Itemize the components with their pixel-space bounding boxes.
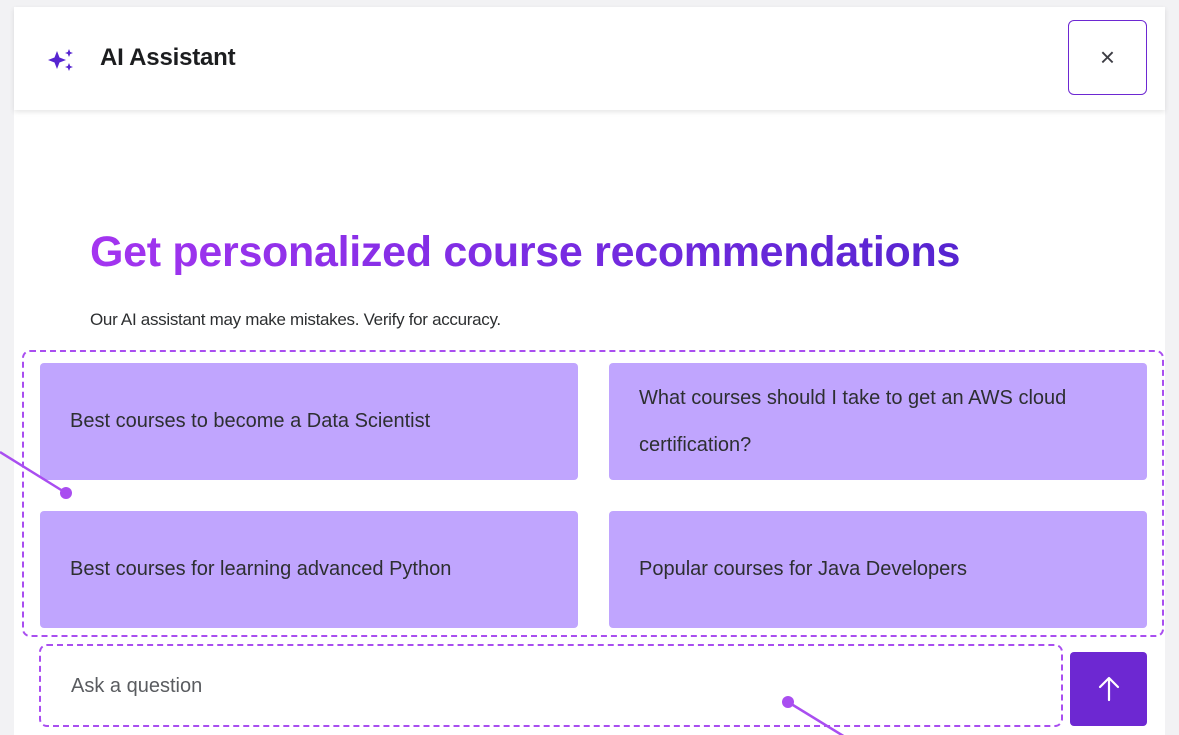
close-icon: × (1099, 42, 1116, 72)
sparkle-icon (48, 49, 73, 71)
ai-disclaimer: Our AI assistant may make mistakes. Veri… (90, 310, 501, 329)
page-headline: Get personalized course recommendations (90, 228, 961, 276)
suggestion-advanced-python[interactable]: Best courses for learning advanced Pytho… (40, 511, 578, 628)
suggestion-data-scientist[interactable]: Best courses to become a Data Scientist (40, 363, 578, 480)
suggestion-label: Best courses to become a Data Scientist (70, 410, 431, 432)
close-button[interactable]: × (1068, 20, 1147, 95)
arrow-up-icon (1098, 676, 1119, 702)
suggestion-label: Best courses for learning advanced Pytho… (70, 558, 452, 580)
suggestion-label: Popular courses for Java Developers (639, 558, 967, 580)
ask-question-input[interactable] (43, 648, 1059, 724)
screenshot-stage: AI Assistant × Get personalized course r… (0, 0, 1179, 735)
suggestion-label: What courses should I take to get an AWS… (639, 386, 1067, 456)
send-button[interactable] (1070, 652, 1147, 726)
assistant-title: AI Assistant (100, 44, 236, 71)
suggestion-java-developers[interactable]: Popular courses for Java Developers (609, 511, 1147, 628)
suggestion-aws-certification[interactable]: What courses should I take to get an AWS… (609, 363, 1147, 480)
